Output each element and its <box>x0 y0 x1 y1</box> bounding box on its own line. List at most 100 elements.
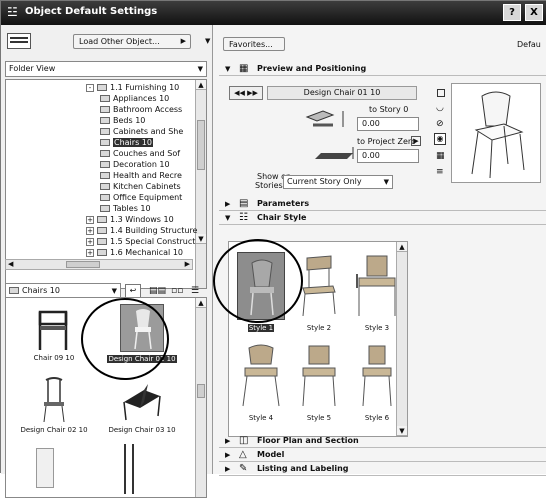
tree-node-label: Beds 10 <box>113 116 146 125</box>
section-model[interactable]: ▶ △ Model <box>219 448 546 462</box>
style-2-option[interactable]: Style 2 <box>291 248 347 334</box>
folder-view-value: Folder View <box>9 64 56 73</box>
tree-node-label: Decoration 10 <box>113 160 170 169</box>
collapse-icon[interactable]: - <box>86 83 94 92</box>
list-view-icon[interactable]: ≡ <box>436 167 444 177</box>
design-chair-01-image-icon <box>120 304 164 352</box>
collapsed-triangle-icon: ▶ <box>225 437 231 445</box>
scroll-down-icon[interactable]: ▼ <box>196 234 206 244</box>
style-4-option[interactable]: Style 4 <box>233 338 289 424</box>
scroll-left-icon[interactable]: ◀ <box>8 260 13 268</box>
tree-node[interactable]: +1.6 Mechanical 10 <box>86 247 183 259</box>
expand-icon[interactable]: + <box>86 248 94 257</box>
style-1-option[interactable]: Style 1 <box>233 248 289 334</box>
scroll-up-icon[interactable]: ▲ <box>196 80 206 90</box>
thumb-design-chair-03[interactable]: Design Chair 03 10 <box>98 376 186 436</box>
collapse-arrow-icon[interactable]: ▼ <box>205 37 210 45</box>
section-title: Floor Plan and Section <box>257 436 359 445</box>
folder-icon <box>100 183 110 190</box>
library-tree: ▲ ▼ - 1.1 Furnishing 10 Appliances 10 Bathr… <box>5 79 207 289</box>
scroll-up-icon[interactable]: ▲ <box>397 242 407 252</box>
folder-icon <box>100 194 110 201</box>
style-2-image-icon <box>302 255 336 317</box>
section-floor-plan[interactable]: ▶ ◫ Floor Plan and Section <box>219 434 546 448</box>
tree-node-label: 1.1 Furnishing 10 <box>110 83 180 92</box>
chair-style-icon: ☷ <box>239 212 248 223</box>
thumb-design-chair-02[interactable]: Design Chair 02 10 <box>10 376 98 436</box>
chevron-right-icon: ▶ <box>180 37 186 45</box>
style-label-selected: Style 1 <box>247 324 275 332</box>
section-parameters[interactable]: ▶ ▤ Parameters <box>219 197 546 211</box>
stories-select[interactable]: Current Story Only ▼ <box>283 175 393 189</box>
tree-node-label: Appliances 10 <box>113 94 170 103</box>
favorites-button[interactable]: Favorites... <box>223 37 285 51</box>
load-other-object-button[interactable]: Load Other Object... ▶ <box>73 34 191 49</box>
elevation-to-story-icon <box>305 110 344 127</box>
dialog-window: ☳ Object Default Settings ? X Load Other… <box>0 0 546 498</box>
section-listing-labeling[interactable]: ▶ ✎ Listing and Labeling <box>219 462 546 476</box>
folder-icon <box>100 172 110 179</box>
parameters-icon: ▤ <box>239 198 249 209</box>
elevation-to-zero-icon <box>315 147 354 159</box>
section-title: Parameters <box>257 199 310 208</box>
tree-node-label: 1.3 Windows 10 <box>110 215 174 224</box>
view-mode-icon[interactable] <box>7 33 31 49</box>
3d-view-icon[interactable]: ◉ <box>434 133 446 145</box>
chevron-down-icon: ▼ <box>111 287 117 295</box>
height-to-story-input[interactable]: 0.00 <box>357 117 419 131</box>
chevron-down-icon: ▼ <box>197 65 203 73</box>
tree-node-label: Couches and Sof <box>113 149 181 158</box>
design-chair-02-image-icon <box>43 377 65 423</box>
section-title: Model <box>257 450 285 459</box>
section-view-icon[interactable]: ◡ <box>436 103 444 113</box>
section-chair-style[interactable]: ▼ ☷ Chair Style <box>219 211 546 225</box>
elevation-view-icon[interactable]: ▦ <box>436 151 445 161</box>
folder-icon <box>100 205 110 212</box>
tree-node-label: 1.4 Building Structure <box>110 226 198 235</box>
title-bar: ☳ Object Default Settings ? X <box>1 1 546 25</box>
thumb-chair-09[interactable]: Chair 09 10 <box>10 304 98 364</box>
section-preview-positioning[interactable]: ▼ ▦ Preview and Positioning <box>219 62 546 76</box>
styles-vertical-scrollbar[interactable]: ▲ ▼ <box>396 242 407 436</box>
reference-menu-icon[interactable]: ▶ <box>411 136 421 146</box>
small-icons-view-icon[interactable]: ▫▫ <box>171 286 183 296</box>
design-chair-03-image-icon <box>123 384 161 421</box>
scroll-thumb[interactable] <box>197 384 205 398</box>
thumb-label: Design Chair 03 10 <box>108 426 176 434</box>
folder-icon <box>97 227 107 234</box>
help-button[interactable]: ? <box>503 4 521 21</box>
tree-node-label: Office Equipment <box>113 193 183 202</box>
folder-icon <box>100 139 110 146</box>
expand-icon[interactable]: + <box>86 226 94 235</box>
stories-label: Stories: <box>255 181 286 190</box>
scroll-thumb[interactable] <box>197 120 205 170</box>
height-to-zero-input[interactable]: 0.00 <box>357 149 419 163</box>
expand-icon[interactable]: + <box>86 215 94 224</box>
hscroll-thumb[interactable] <box>66 261 100 268</box>
thumbs-vertical-scrollbar[interactable]: ▲ <box>195 298 206 497</box>
chair-preview-icon <box>471 91 525 179</box>
list-view-icon[interactable]: ☰ <box>191 286 199 296</box>
thumb-design-chair-01[interactable]: Design Chair 01 10 <box>98 304 186 364</box>
floor-plan-icon: ◫ <box>239 435 249 446</box>
tree-node-label: Kitchen Cabinets <box>113 182 181 191</box>
thumb-partial-1[interactable] <box>36 448 54 488</box>
axonometric-view-icon[interactable]: ⊘ <box>436 119 444 129</box>
large-icons-view-icon[interactable]: ▤▤ <box>149 286 166 296</box>
style-5-option[interactable]: Style 5 <box>291 338 347 424</box>
tree-horizontal-scrollbar[interactable]: ◀ ▶ <box>5 259 193 270</box>
style-label: Style 5 <box>306 414 332 422</box>
thumb-partial-2[interactable] <box>124 444 134 494</box>
plan-view-icon[interactable] <box>437 89 445 97</box>
close-button[interactable]: X <box>525 4 543 21</box>
folder-view-select[interactable]: Folder View ▼ <box>5 61 207 77</box>
prev-next-object-buttons[interactable]: ◀◀ ▶▶ <box>229 86 263 100</box>
expand-icon[interactable]: + <box>86 237 94 246</box>
tree-vertical-scrollbar[interactable]: ▲ ▼ <box>195 80 206 288</box>
up-folder-icon[interactable]: ↩ <box>125 284 141 298</box>
scroll-up-icon[interactable]: ▲ <box>196 298 206 308</box>
scroll-right-icon[interactable]: ▶ <box>185 260 190 268</box>
thumb-label-selected: Design Chair 01 10 <box>107 355 177 363</box>
thumb-label: Chair 09 10 <box>33 354 75 362</box>
tree-node-label: Bathroom Access <box>113 105 183 114</box>
